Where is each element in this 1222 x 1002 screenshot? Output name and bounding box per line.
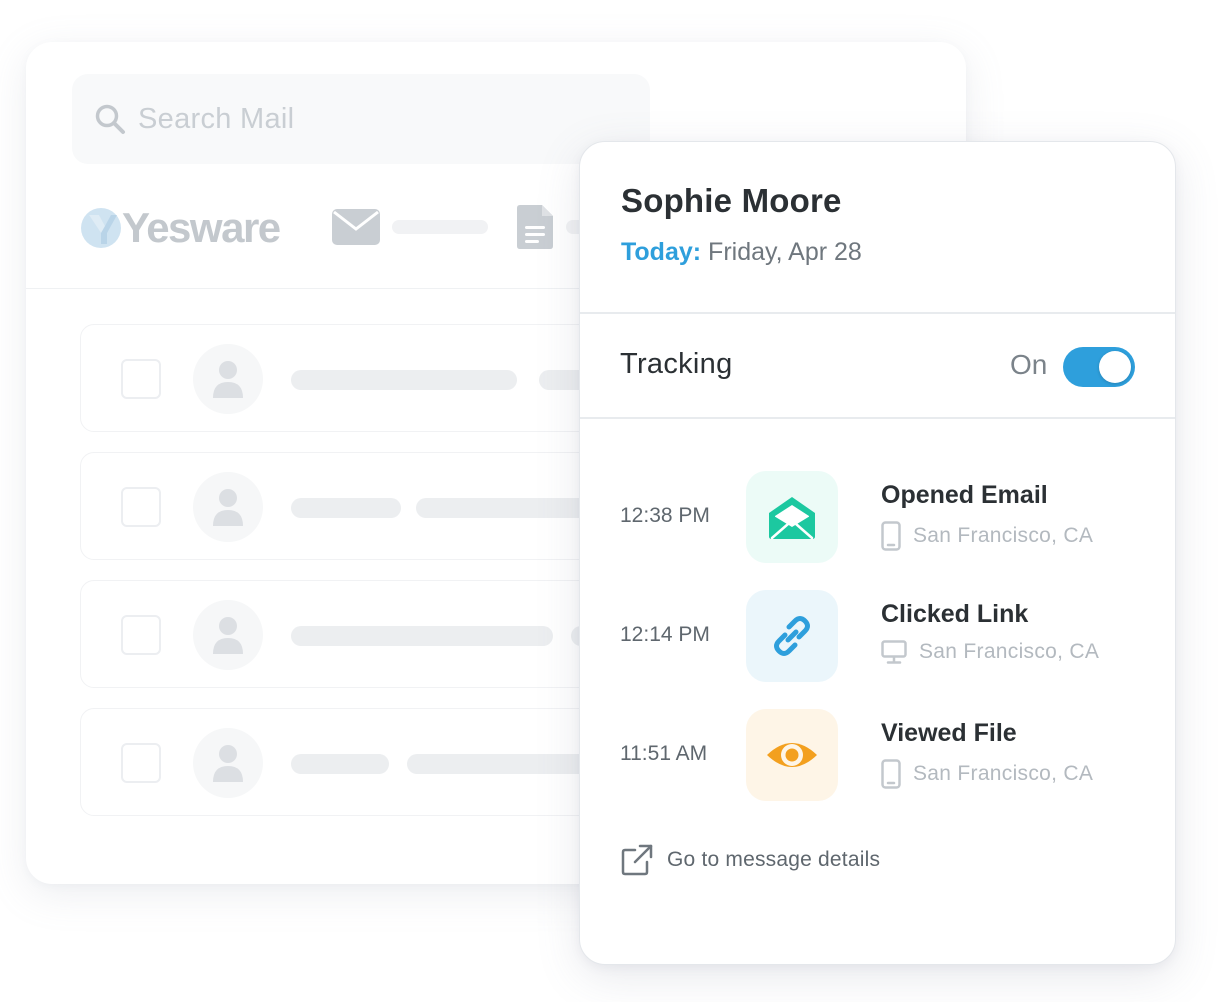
tracking-state-label: On (1010, 349, 1048, 380)
event-row: 12:14 PM Clicked Link San Francisco, CA (580, 590, 1175, 682)
yesware-logo-icon (81, 208, 121, 248)
mobile-icon (881, 521, 901, 551)
row-checkbox[interactable] (121, 359, 161, 399)
brand-name: Yesware (122, 204, 281, 251)
eye-icon (767, 743, 817, 767)
event-icon-tile (746, 590, 838, 682)
event-location-text: San Francisco, CA (919, 640, 1100, 663)
user-icon (213, 745, 243, 782)
event-title: Opened Email (881, 481, 1048, 509)
desktop-icon (881, 640, 907, 664)
row-checkbox[interactable] (121, 615, 161, 655)
date-value: Friday, Apr 28 (708, 238, 862, 266)
date-prefix: Today: (621, 238, 702, 266)
event-icon-tile (746, 709, 838, 801)
event-location: San Francisco, CA (881, 640, 1099, 664)
text-placeholder (407, 754, 607, 774)
contact-name: Sophie Moore (621, 182, 842, 219)
mail-icon[interactable] (331, 208, 381, 246)
search-bar[interactable]: Search Mail (72, 74, 650, 164)
event-location-text: San Francisco, CA (913, 762, 1094, 785)
event-time: 11:51 AM (620, 742, 708, 765)
external-link-icon (621, 844, 653, 876)
row-checkbox[interactable] (121, 743, 161, 783)
row-checkbox[interactable] (121, 487, 161, 527)
go-to-message-details-link[interactable]: Go to message details (621, 844, 880, 876)
tracking-toggle[interactable] (1063, 347, 1135, 387)
text-placeholder (291, 626, 553, 646)
event-row: 11:51 AM Viewed File San Francisco, CA (580, 709, 1175, 801)
event-row: 12:38 PM Opened Email San Francisco, CA (580, 471, 1175, 563)
divider (580, 312, 1175, 314)
toggle-knob (1099, 351, 1131, 383)
open-envelope-icon (769, 497, 815, 540)
link-icon (774, 616, 810, 656)
avatar (193, 344, 263, 414)
avatar (193, 728, 263, 798)
details-link-text[interactable]: Go to message details (667, 848, 880, 872)
event-time: 12:14 PM (620, 623, 710, 646)
text-placeholder (291, 370, 517, 390)
text-placeholder (291, 754, 389, 774)
event-title: Clicked Link (881, 600, 1029, 628)
search-icon (95, 104, 125, 134)
user-icon (213, 489, 243, 526)
nav-placeholder (392, 220, 488, 234)
avatar (193, 472, 263, 542)
event-location: San Francisco, CA (881, 759, 1093, 789)
tracking-label: Tracking (620, 348, 733, 380)
mobile-icon (881, 759, 901, 789)
tracking-card: Sophie Moore Today: Friday, Apr 28 Track… (579, 141, 1176, 965)
brand-logo-row: Yesware (80, 202, 281, 254)
event-title: Viewed File (881, 719, 1017, 747)
search-input[interactable]: Search Mail (138, 103, 294, 136)
event-icon-tile (746, 471, 838, 563)
event-location: San Francisco, CA (881, 521, 1093, 551)
event-time: 12:38 PM (620, 504, 710, 527)
avatar (193, 600, 263, 670)
user-icon (213, 361, 243, 398)
user-icon (213, 617, 243, 654)
date-line: Today: Friday, Apr 28 (621, 238, 862, 267)
event-location-text: San Francisco, CA (913, 524, 1094, 547)
document-icon[interactable] (516, 204, 554, 250)
text-placeholder (291, 498, 401, 518)
divider (580, 417, 1175, 419)
